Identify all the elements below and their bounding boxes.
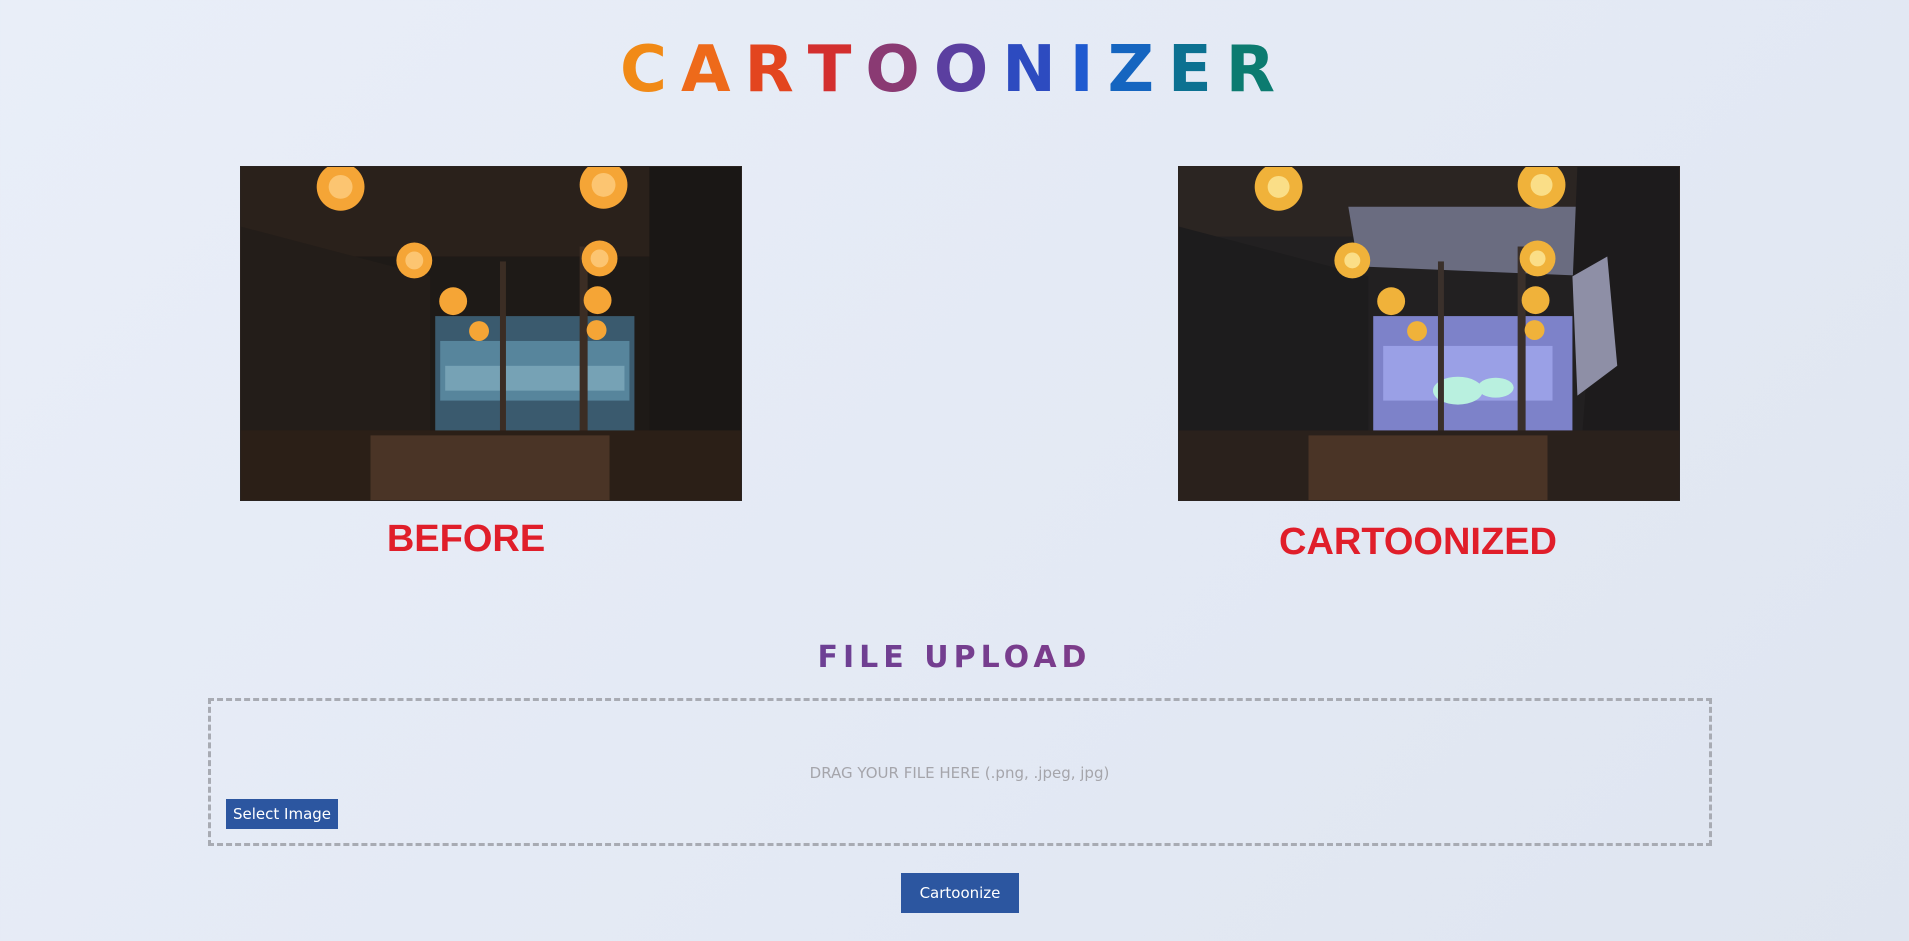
app-title-letter: O — [865, 33, 934, 107]
app-title-letter: O — [933, 33, 1003, 107]
app-title-letter: I — [1069, 33, 1108, 107]
app-title-letter: R — [744, 33, 808, 107]
before-caption: BEFORE — [386, 518, 546, 560]
app-title-letter: N — [1002, 33, 1070, 107]
app-title: CARTOONIZER — [0, 30, 1909, 110]
app-title-letter: E — [1168, 33, 1226, 107]
app-title-letter: A — [680, 33, 745, 107]
drop-instructions: DRAG YOUR FILE HERE (.png, .jpeg, jpg) — [809, 764, 1110, 782]
cartoonized-caption: CARTOONIZED — [1279, 521, 1557, 563]
before-image — [240, 166, 742, 501]
file-upload-heading: FILE UPLOAD — [0, 637, 1909, 679]
app-title-letter: R — [1225, 33, 1290, 107]
app-title-letter: Z — [1107, 33, 1169, 107]
app-title-letter: C — [619, 33, 681, 107]
app-title-letter: T — [807, 33, 866, 107]
cartoonized-image — [1178, 166, 1680, 501]
cartoonize-button[interactable]: Cartoonize — [901, 873, 1019, 913]
select-image-button[interactable]: Select Image — [226, 799, 338, 829]
